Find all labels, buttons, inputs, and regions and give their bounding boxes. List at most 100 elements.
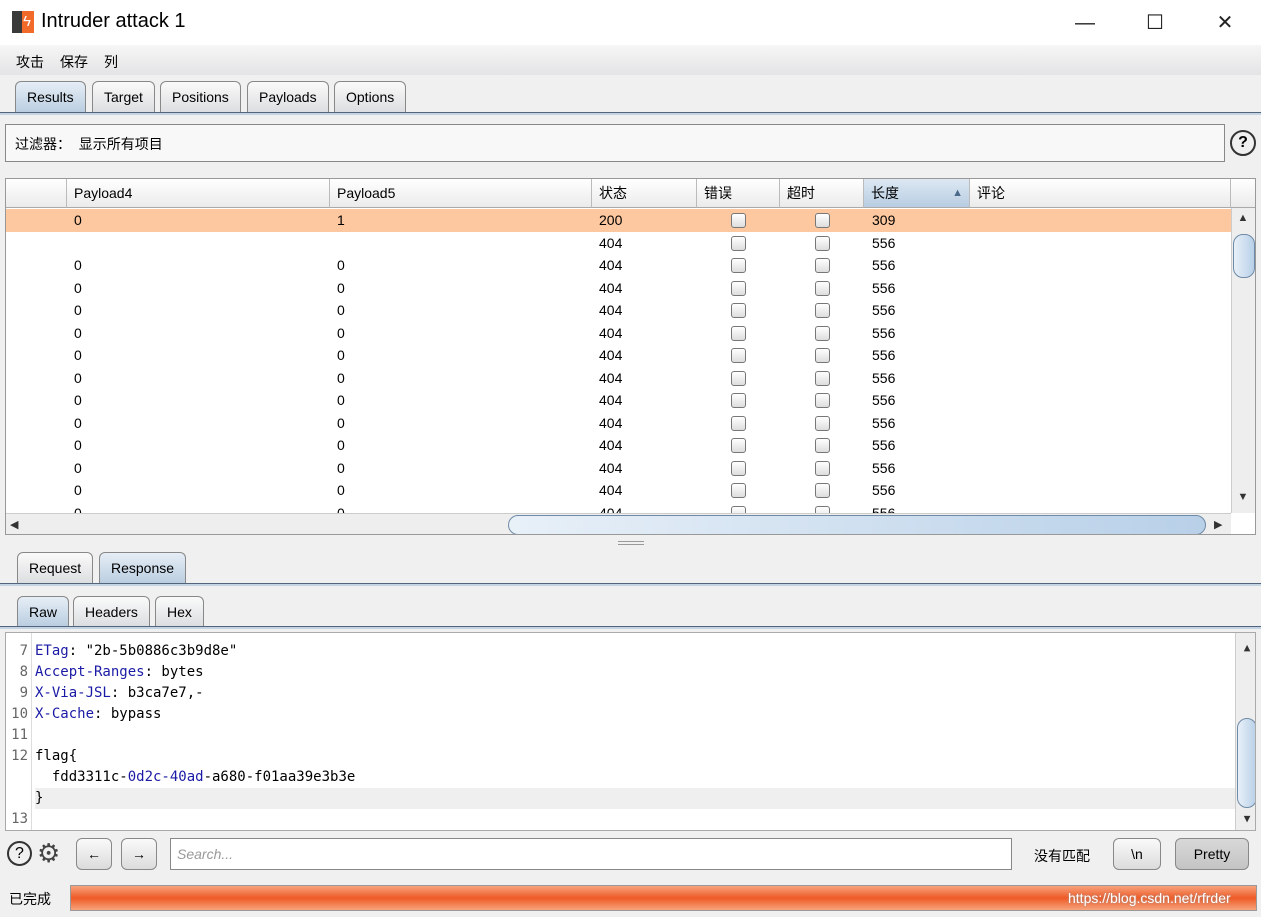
timeout-checkbox[interactable] <box>815 460 830 476</box>
split-pane-handle[interactable] <box>618 541 644 545</box>
tab-response[interactable]: Response <box>99 552 187 584</box>
timeout-checkbox[interactable] <box>815 393 830 408</box>
help-icon[interactable]: ? <box>1230 130 1256 156</box>
table-row[interactable]: 0 0 404 556 <box>6 389 1231 412</box>
editor-vertical-scrollbar[interactable]: ▲ ▼ <box>1235 633 1255 830</box>
timeout-checkbox[interactable] <box>815 325 830 341</box>
error-checkbox[interactable] <box>731 438 746 453</box>
code-val: } <box>35 790 44 806</box>
error-checkbox[interactable] <box>731 415 746 431</box>
column-header-error[interactable]: 错误 <box>697 179 780 208</box>
column-header-payload5[interactable]: Payload5 <box>330 179 592 208</box>
next-match-button[interactable]: → <box>121 838 157 870</box>
error-checkbox[interactable] <box>731 393 746 408</box>
tab-hex[interactable]: Hex <box>155 596 204 627</box>
error-checkbox[interactable] <box>731 213 746 228</box>
table-row[interactable]: 0 0 404 556 <box>6 299 1231 322</box>
scroll-up-icon[interactable]: ▲ <box>1239 641 1255 654</box>
view-tab-divider <box>0 626 1261 629</box>
sort-ascending-icon: ▲ <box>952 187 963 199</box>
length-label: 长度 <box>871 185 899 201</box>
timeout-checkbox[interactable] <box>815 213 830 228</box>
column-header-payload4[interactable]: Payload4 <box>67 179 330 208</box>
column-header-index[interactable] <box>6 179 67 208</box>
error-checkbox[interactable] <box>731 303 746 318</box>
table-row[interactable]: 0 0 404 556 <box>6 322 1231 345</box>
column-header-timeout[interactable]: 超时 <box>780 179 864 208</box>
table-row[interactable]: 0 0 404 556 <box>6 412 1231 435</box>
scroll-down-icon[interactable]: ▼ <box>1239 812 1255 825</box>
scroll-down-icon[interactable]: ▼ <box>1235 491 1251 503</box>
table-vertical-scrollbar[interactable]: ▲ ▼ <box>1231 208 1255 513</box>
response-editor[interactable]: 7 ETag: "2b-5b0886c3b9d8e" 8 Accept-Ranges:… <box>5 632 1256 831</box>
search-input[interactable]: Search... <box>170 838 1012 870</box>
scroll-right-icon[interactable]: ▶ <box>1214 518 1222 531</box>
tab-target[interactable]: Target <box>92 81 155 113</box>
settings-gear-icon[interactable]: ⚙ <box>37 838 60 868</box>
table-row[interactable]: 404 556 <box>6 232 1231 255</box>
table-row[interactable]: 0 0 404 556 <box>6 457 1231 480</box>
newline-toggle-button[interactable]: \n <box>1113 838 1161 870</box>
pretty-toggle-button[interactable]: Pretty <box>1175 838 1249 870</box>
scroll-left-icon[interactable]: ◀ <box>10 518 18 531</box>
tab-request[interactable]: Request <box>17 552 94 584</box>
previous-match-button[interactable]: ← <box>76 838 112 870</box>
column-header-corner <box>1231 179 1255 208</box>
timeout-checkbox[interactable] <box>815 235 830 251</box>
column-header-status[interactable]: 状态 <box>592 179 697 208</box>
code-line: X-Cache: bypass <box>35 706 161 722</box>
table-row[interactable]: 0 0 404 556 <box>6 434 1231 457</box>
tab-raw[interactable]: Raw <box>17 596 70 627</box>
cell-payload5: 0 <box>337 392 345 408</box>
code-key: X-Cache <box>35 706 95 722</box>
close-button[interactable]: ✕ <box>1210 8 1240 38</box>
cell-length: 556 <box>872 482 896 498</box>
table-horizontal-scrollbar[interactable]: ◀ ▶ <box>6 513 1231 534</box>
tab-results[interactable]: Results <box>15 81 86 113</box>
timeout-checkbox[interactable] <box>815 280 830 296</box>
error-checkbox[interactable] <box>731 483 746 498</box>
minimize-button[interactable]: — <box>1070 8 1100 38</box>
code-key: ETag <box>35 643 69 659</box>
editor-scroll-thumb[interactable] <box>1237 718 1255 808</box>
error-checkbox[interactable] <box>731 258 746 273</box>
table-row[interactable]: 0 0 404 556 <box>6 277 1231 300</box>
timeout-checkbox[interactable] <box>815 438 830 453</box>
timeout-checkbox[interactable] <box>815 303 830 318</box>
cell-status: 200 <box>599 212 623 228</box>
maximize-button[interactable]: ☐ <box>1140 8 1170 38</box>
timeout-checkbox[interactable] <box>815 483 830 498</box>
scroll-up-icon[interactable]: ▲ <box>1235 212 1251 224</box>
tab-payloads[interactable]: Payloads <box>247 81 329 113</box>
table-row[interactable]: 0 0 404 556 <box>6 479 1231 502</box>
error-checkbox[interactable] <box>731 235 746 251</box>
tab-headers[interactable]: Headers <box>73 596 150 627</box>
table-row[interactable]: 0 0 404 556 <box>6 254 1231 277</box>
filter-bar[interactable]: 过滤器： 显示所有项目 <box>5 124 1225 162</box>
timeout-checkbox[interactable] <box>815 348 830 363</box>
error-checkbox[interactable] <box>731 280 746 296</box>
timeout-checkbox[interactable] <box>815 258 830 273</box>
cell-payload4: 0 <box>74 212 82 228</box>
error-checkbox[interactable] <box>731 370 746 386</box>
line-number: 9 <box>19 685 28 701</box>
scroll-thumb[interactable] <box>1233 234 1255 278</box>
menu-save[interactable]: 保存 <box>60 52 88 72</box>
table-row[interactable]: 0 0 404 556 <box>6 344 1231 367</box>
tab-options[interactable]: Options <box>334 81 407 113</box>
menu-attack[interactable]: 攻击 <box>16 52 44 72</box>
cell-payload5: 0 <box>337 369 345 386</box>
timeout-checkbox[interactable] <box>815 370 830 386</box>
horizontal-scroll-thumb[interactable] <box>508 515 1206 534</box>
table-row[interactable]: 0 0 404 556 <box>6 367 1231 390</box>
timeout-checkbox[interactable] <box>815 415 830 431</box>
tab-positions[interactable]: Positions <box>160 81 241 113</box>
error-checkbox[interactable] <box>731 460 746 476</box>
column-header-comment[interactable]: 评论 <box>970 179 1231 208</box>
error-checkbox[interactable] <box>731 348 746 363</box>
help-icon[interactable]: ? <box>7 841 32 866</box>
table-row[interactable]: 0 1 200 309 <box>6 209 1231 232</box>
error-checkbox[interactable] <box>731 325 746 341</box>
column-header-length[interactable]: 长度 ▲ <box>864 179 970 208</box>
menu-columns[interactable]: 列 <box>104 52 118 72</box>
